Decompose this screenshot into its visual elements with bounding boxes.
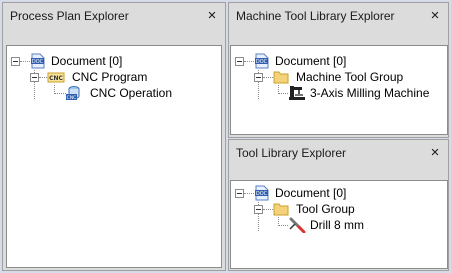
panel-title: Tool Library Explorer — [236, 146, 347, 160]
tree-node-label: Document [0] — [275, 54, 347, 68]
tree-node-label: Document [0] — [275, 186, 347, 200]
tree-node-label: Machine Tool Group — [296, 70, 404, 84]
machine-tool-library-explorer-header: Machine Tool Library Explorer — [229, 3, 448, 29]
svg-text:CNC: CNC — [49, 75, 63, 82]
document-icon: DOC — [254, 185, 270, 201]
tool-library-explorer-header: Tool Library Explorer — [229, 140, 448, 166]
collapse-toggle-icon[interactable] — [254, 205, 263, 214]
drill-icon — [288, 217, 306, 234]
panel-title: Process Plan Explorer — [10, 9, 129, 23]
tree-node-cnc-operation[interactable]: CNC CNC Operation — [66, 85, 206, 101]
tree-node-machine-tool-group[interactable]: Machine Tool Group — [254, 69, 424, 85]
svg-text:DOC: DOC — [256, 59, 268, 65]
folder-icon — [273, 69, 289, 85]
tree-node-label: 3-Axis Milling Machine — [310, 86, 430, 100]
panel-title: Machine Tool Library Explorer — [236, 9, 395, 23]
svg-text:DOC: DOC — [256, 191, 268, 197]
process-plan-explorer-panel: Process Plan Explorer × DOC Document [0] — [2, 2, 226, 271]
tree-node-label: Tool Group — [296, 202, 355, 216]
tree-node-label: CNC Program — [72, 70, 148, 84]
milling-machine-icon — [288, 85, 305, 101]
process-plan-explorer-header: Process Plan Explorer — [3, 3, 225, 29]
tree-node-drill-8mm[interactable]: Drill 8 mm — [288, 217, 408, 234]
machine-tool-tree: DOC Document [0] Machine Tool Group 3-Ax… — [230, 45, 448, 135]
tree-node-label: Drill 8 mm — [310, 218, 364, 232]
tool-tree: DOC Document [0] Tool Group Drill 8 mm — [230, 180, 448, 269]
collapse-toggle-icon[interactable] — [254, 73, 263, 82]
collapse-toggle-icon[interactable] — [11, 57, 20, 66]
cnc-operation-icon: CNC — [66, 85, 82, 101]
collapse-toggle-icon[interactable] — [30, 73, 39, 82]
tree-node-tool-group[interactable]: Tool Group — [254, 201, 394, 217]
close-icon[interactable]: × — [428, 3, 442, 29]
tree-node-document[interactable]: DOC Document [0] — [235, 53, 375, 69]
cnc-program-icon: CNC — [47, 69, 65, 85]
tree-node-3-axis-milling-machine[interactable]: 3-Axis Milling Machine — [288, 85, 438, 101]
svg-text:DOC: DOC — [32, 59, 44, 65]
tree-node-cnc-program[interactable]: CNC CNC Program — [30, 69, 170, 85]
close-icon[interactable]: × — [428, 140, 442, 166]
tree-node-label: CNC Operation — [90, 86, 173, 100]
collapse-toggle-icon[interactable] — [235, 57, 244, 66]
folder-icon — [273, 201, 289, 217]
process-plan-tree: DOC Document [0] CNC CNC Program CNC CNC… — [6, 45, 222, 268]
svg-text:CNC: CNC — [67, 95, 77, 101]
tree-node-label: Document [0] — [51, 54, 123, 68]
document-icon: DOC — [30, 53, 46, 69]
document-icon: DOC — [254, 53, 270, 69]
close-icon[interactable]: × — [205, 3, 219, 29]
collapse-toggle-icon[interactable] — [235, 189, 244, 198]
tree-node-document[interactable]: DOC Document [0] — [11, 53, 151, 69]
tool-library-explorer-panel: Tool Library Explorer × DOC Document [0] — [228, 139, 449, 271]
machine-tool-library-explorer-panel: Machine Tool Library Explorer × DOC Docu… — [228, 2, 449, 138]
tree-node-document[interactable]: DOC Document [0] — [235, 185, 375, 201]
